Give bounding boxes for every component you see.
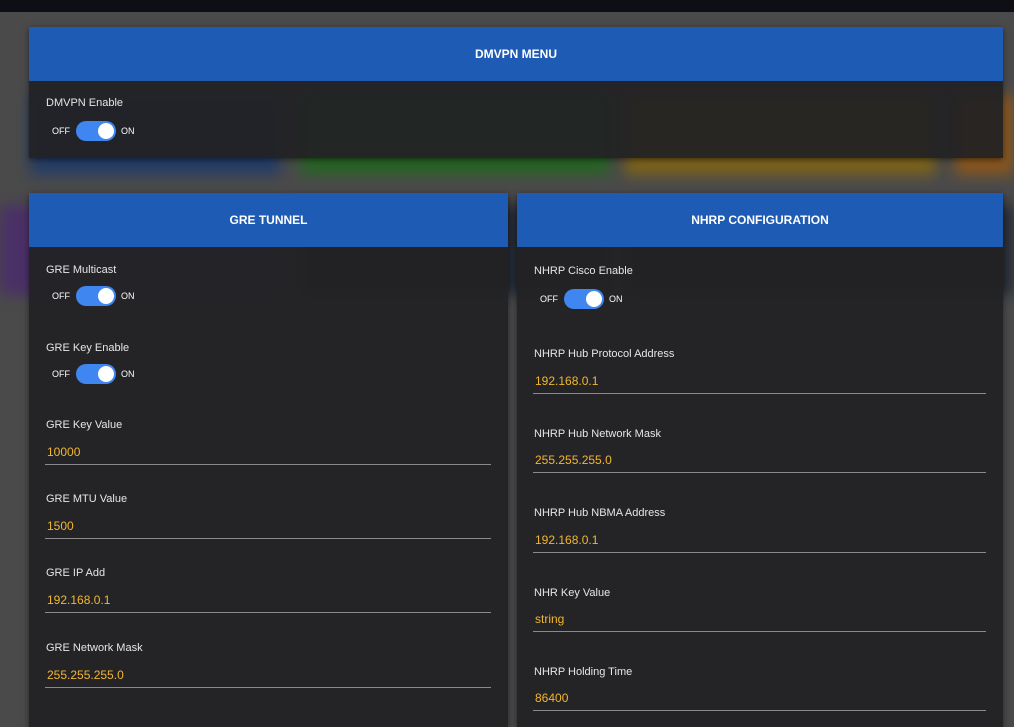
dmvpn-enable-off-label: OFF bbox=[52, 126, 70, 136]
gre-tunnel-card: GRE TUNNEL GRE Multicast OFF ON GRE Key … bbox=[29, 193, 508, 727]
switch-knob bbox=[98, 123, 114, 139]
gre-multicast-switch[interactable] bbox=[76, 286, 116, 306]
gre-mtu-value-input[interactable]: 1500 bbox=[45, 518, 491, 539]
nhrp-cisco-enable-on-label: ON bbox=[609, 294, 623, 304]
gre-tunnel-header: GRE TUNNEL bbox=[29, 193, 508, 247]
gre-key-value-label: GRE Key Value bbox=[46, 419, 123, 431]
gre-tunnel-title: GRE TUNNEL bbox=[229, 213, 308, 227]
switch-knob bbox=[586, 291, 602, 307]
dmvpn-menu-title: DMVPN MENU bbox=[474, 47, 557, 61]
gre-multicast-off-label: OFF bbox=[52, 291, 70, 301]
gre-multicast-label: GRE Multicast bbox=[46, 264, 117, 276]
switch-knob bbox=[98, 366, 114, 382]
dmvpn-enable-label: DMVPN Enable bbox=[46, 97, 124, 109]
gre-key-value-input[interactable]: 10000 bbox=[45, 444, 491, 465]
gre-key-enable-toggle-row: OFF ON bbox=[52, 364, 135, 384]
nhrp-holding-time-label: NHRP Holding Time bbox=[534, 666, 633, 678]
nhrp-holding-time-input[interactable]: 86400 bbox=[533, 690, 986, 711]
nhrp-hub-protocol-address-label: NHRP Hub Protocol Address bbox=[534, 348, 675, 360]
dmvpn-menu-header: DMVPN MENU bbox=[29, 27, 1003, 81]
gre-ip-add-input[interactable]: 192.168.0.1 bbox=[45, 592, 491, 613]
nhr-key-value-input[interactable]: string bbox=[533, 611, 986, 632]
gre-mtu-value-label: GRE MTU Value bbox=[46, 493, 128, 505]
nhrp-cisco-enable-label: NHRP Cisco Enable bbox=[534, 265, 633, 277]
nhrp-cisco-enable-off-label: OFF bbox=[540, 294, 558, 304]
dmvpn-enable-switch[interactable] bbox=[76, 121, 116, 141]
gre-ip-add-label: GRE IP Add bbox=[46, 567, 106, 579]
nhrp-hub-network-mask-label: NHRP Hub Network Mask bbox=[534, 428, 661, 440]
nhrp-configuration-card: NHRP CONFIGURATION NHRP Cisco Enable OFF… bbox=[517, 193, 1003, 727]
gre-key-enable-on-label: ON bbox=[121, 369, 135, 379]
dmvpn-enable-toggle-row: OFF ON bbox=[52, 121, 135, 141]
nhrp-hub-network-mask-input[interactable]: 255.255.255.0 bbox=[533, 452, 986, 473]
nhr-key-value-label: NHR Key Value bbox=[534, 587, 611, 599]
switch-knob bbox=[98, 288, 114, 304]
background-top-strip bbox=[0, 0, 1014, 12]
nhrp-cisco-enable-toggle-row: OFF ON bbox=[540, 289, 623, 309]
dmvpn-enable-on-label: ON bbox=[121, 126, 135, 136]
gre-key-enable-label: GRE Key Enable bbox=[46, 342, 130, 354]
gre-multicast-on-label: ON bbox=[121, 291, 135, 301]
nhrp-configuration-header: NHRP CONFIGURATION bbox=[517, 193, 1003, 247]
gre-key-enable-switch[interactable] bbox=[76, 364, 116, 384]
dmvpn-menu-card: DMVPN MENU DMVPN Enable OFF ON bbox=[29, 27, 1003, 158]
gre-multicast-toggle-row: OFF ON bbox=[52, 286, 135, 306]
nhrp-hub-nbma-address-input[interactable]: 192.168.0.1 bbox=[533, 532, 986, 553]
nhrp-hub-nbma-address-label: NHRP Hub NBMA Address bbox=[534, 507, 666, 519]
nhrp-configuration-title: NHRP CONFIGURATION bbox=[691, 213, 829, 227]
gre-network-mask-input[interactable]: 255.255.255.0 bbox=[45, 667, 491, 688]
nhrp-hub-protocol-address-input[interactable]: 192.168.0.1 bbox=[533, 373, 986, 394]
gre-network-mask-label: GRE Network Mask bbox=[46, 642, 143, 654]
gre-key-enable-off-label: OFF bbox=[52, 369, 70, 379]
nhrp-cisco-enable-switch[interactable] bbox=[564, 289, 604, 309]
